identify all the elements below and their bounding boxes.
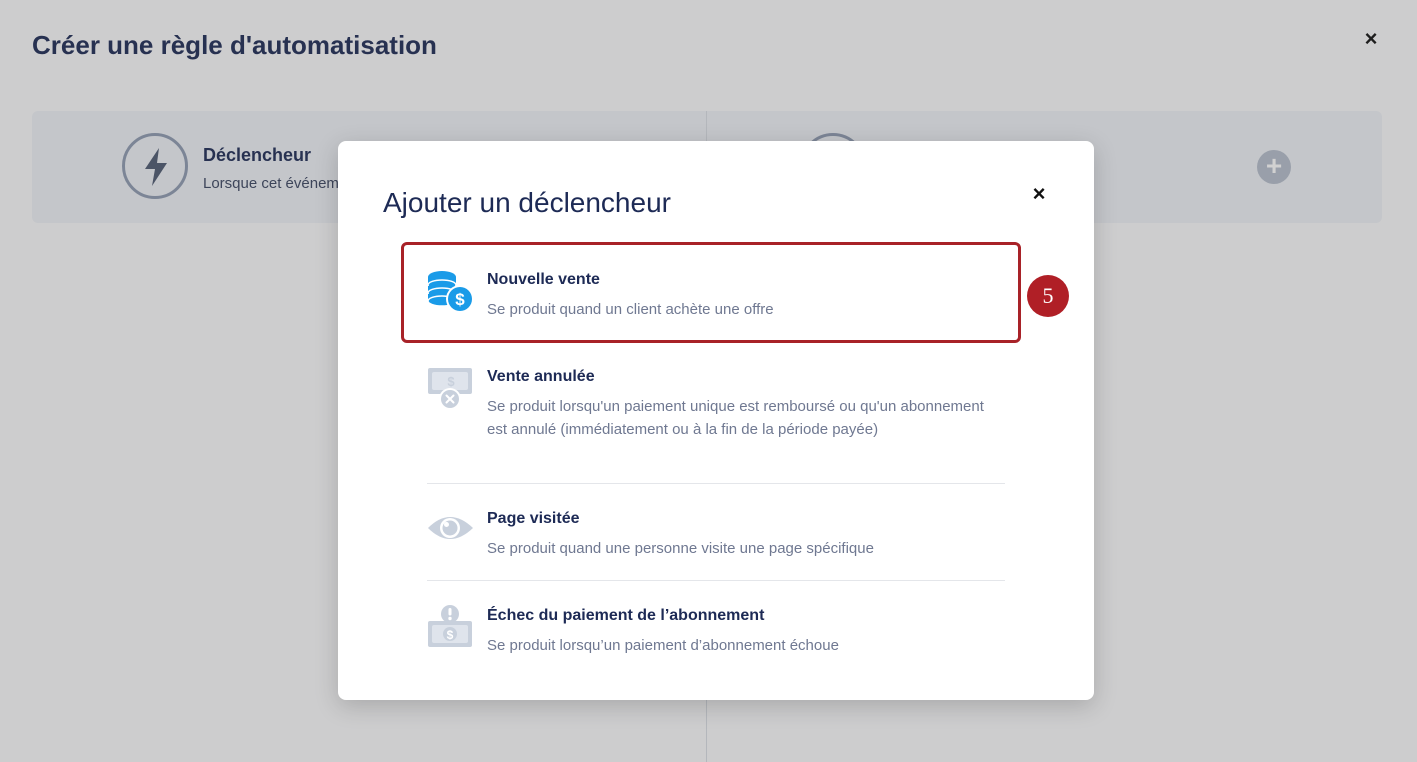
eye-icon: [427, 508, 475, 556]
svg-text:$: $: [455, 290, 465, 309]
option-cancelled-sale[interactable]: $ Vente annulée Se produit lorsqu'un pai…: [427, 366, 1005, 466]
svg-text:$: $: [447, 374, 455, 389]
cancelled-sale-icon: $: [427, 366, 475, 414]
option-description: Se produit quand un client achète une of…: [487, 301, 774, 318]
step-badge: 5: [1027, 275, 1069, 317]
option-title: Page visitée: [487, 510, 580, 527]
modal-title: Ajouter un déclencheur: [383, 187, 671, 218]
option-title: Vente annulée: [487, 368, 595, 385]
add-trigger-modal: Ajouter un déclencheur × 5 $ Nouvelle ve…: [338, 141, 1094, 700]
modal-close-icon[interactable]: ×: [1028, 183, 1050, 205]
option-description: Se produit quand une personne visite une…: [487, 540, 874, 557]
option-title: Échec du paiement de l’abonnement: [487, 607, 765, 624]
option-description: Se produit lorsqu'un paiement unique est…: [487, 398, 984, 438]
option-divider: [427, 483, 1005, 484]
coins-dollar-icon: $: [427, 269, 475, 317]
option-new-sale[interactable]: $ Nouvelle vente Se produit quand un cli…: [427, 269, 1005, 339]
payment-failed-icon: $: [427, 605, 475, 653]
option-title: Nouvelle vente: [487, 271, 600, 288]
option-subscription-payment-failed[interactable]: $ Échec du paiement de l’abonnement Se p…: [427, 605, 1005, 665]
option-description: Se produit lorsqu’un paiement d’abonneme…: [487, 637, 839, 654]
option-divider: [427, 580, 1005, 581]
svg-text:$: $: [447, 628, 454, 642]
option-page-visited[interactable]: Page visitée Se produit quand une person…: [427, 508, 1005, 568]
